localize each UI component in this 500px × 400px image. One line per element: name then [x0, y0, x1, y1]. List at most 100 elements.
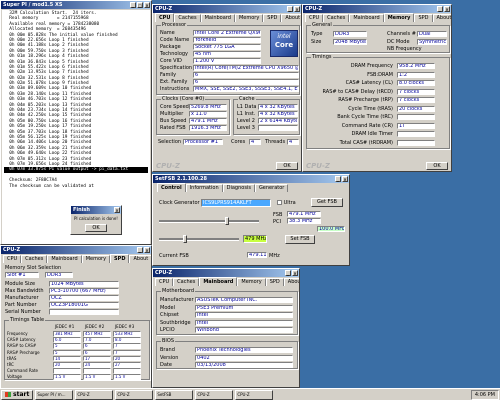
spd-timing-cell: 27: [113, 362, 141, 368]
setfsb-tab-generator[interactable]: Generator: [254, 184, 289, 192]
setfsb-titlebar[interactable]: SetFSB 2.1.100.28 _ ×: [153, 175, 349, 183]
mem-size-label: Size: [311, 39, 322, 45]
close-icon[interactable]: ×: [444, 6, 450, 12]
mainboard-tab-spd[interactable]: SPD: [265, 278, 284, 286]
spd-tab-mainboard[interactable]: Mainboard: [47, 255, 82, 263]
cpu-field-value: 6: [193, 79, 299, 85]
dialog-title: Finish: [73, 207, 90, 213]
cpuz-cpu-titlebar[interactable]: CPU-Z _ ×: [153, 5, 301, 13]
mainboard-tab-memory[interactable]: Memory: [237, 278, 266, 286]
cpu-tab-spd[interactable]: SPD: [263, 14, 282, 22]
close-icon[interactable]: ×: [114, 207, 120, 213]
spd-timing-cell: 17: [83, 355, 111, 362]
cpu-tab-about[interactable]: About: [281, 14, 301, 22]
cpuz-mainboard-titlebar[interactable]: CPU-Z _ ×: [153, 269, 299, 277]
minimize-icon[interactable]: _: [285, 270, 291, 276]
fsb-slider-thumb[interactable]: [225, 217, 229, 225]
clock-generator-select[interactable]: ICS9LPRS914AKLFT: [201, 199, 271, 207]
close-icon[interactable]: ×: [342, 176, 348, 182]
cpu-field-label: Family: [160, 72, 177, 78]
selection-label: Selection: [158, 139, 182, 145]
taskbar-task-button[interactable]: CPU-Z: [195, 389, 234, 400]
cpuz-memory-titlebar[interactable]: CPU-Z _ ×: [303, 5, 451, 13]
spd-timing-cell: 1.5 V: [113, 374, 141, 380]
spd-tab-memory[interactable]: Memory: [81, 255, 111, 263]
timing-value: [397, 131, 435, 137]
memory-tab-memory[interactable]: Memory: [383, 13, 415, 22]
spd-row-label: Max Bandwidth: [5, 288, 44, 294]
mainboard-tab-about[interactable]: About: [283, 278, 299, 286]
setfsb-tab-control[interactable]: Control: [157, 183, 186, 192]
memory-tab-mainboard[interactable]: Mainboard: [349, 14, 384, 22]
minimize-icon[interactable]: _: [437, 6, 443, 12]
minimize-icon[interactable]: _: [287, 6, 293, 12]
bios-row-label: Brand: [160, 347, 175, 353]
cache-label: L1 Inst.: [237, 111, 256, 117]
taskbar-task-button[interactable]: CPU-Z: [75, 389, 114, 400]
cpu-tab-cpu[interactable]: CPU: [155, 13, 175, 22]
close-icon[interactable]: ×: [144, 247, 150, 253]
spd-row-label: Manufacturer: [5, 295, 39, 301]
timing-label: RAS# Precharge (tRP): [338, 97, 393, 103]
close-icon[interactable]: ×: [292, 270, 298, 276]
fsb-fine-slider-thumb[interactable]: [183, 235, 187, 243]
spd-timing-cell: 5: [53, 349, 81, 356]
cpu-tab-mainboard[interactable]: Mainboard: [200, 14, 235, 22]
fsb-fine-slider-track[interactable]: [159, 238, 239, 241]
current-fsb-value: 479.11: [247, 252, 267, 258]
mainboard-row-value: Intel: [195, 319, 293, 326]
superpi-title: Super PI / mod1.5 XS: [3, 2, 63, 8]
ultra-checkbox[interactable]: Ultra: [277, 200, 296, 206]
minimize-icon[interactable]: _: [130, 2, 136, 8]
memory-tab-caches[interactable]: Caches: [323, 14, 350, 22]
cpu-tab-caches[interactable]: Caches: [174, 14, 201, 22]
taskbar-task-button[interactable]: SetFSB: [155, 389, 194, 400]
cpuz-memory-window: CPU-Z _ × CPU Caches Mainboard Memory SPD Abo…: [302, 4, 452, 172]
bios-row-value: 03/13/2008: [195, 362, 293, 368]
setfsb-tab-information[interactable]: Information: [185, 184, 223, 192]
selection-select[interactable]: Processor #1: [183, 139, 223, 145]
clock-label: Multiplier: [160, 111, 184, 117]
set-fsb-button[interactable]: Set FSB: [285, 235, 315, 244]
memory-tab-cpu[interactable]: CPU: [305, 14, 324, 22]
spd-tab-caches[interactable]: Caches: [21, 255, 48, 263]
get-fsb-button[interactable]: Get FSB: [311, 198, 343, 207]
taskbar-task-button[interactable]: Super PI / m...: [35, 389, 74, 400]
timing-value: [397, 139, 435, 146]
maximize-icon[interactable]: □: [137, 2, 143, 8]
setfsb-tab-diagnosis[interactable]: Diagnosis: [222, 184, 255, 192]
bios-row-label: Version: [160, 354, 179, 361]
dialog-ok-button[interactable]: OK: [85, 224, 107, 232]
mainboard-tab-cpu[interactable]: CPU: [155, 278, 174, 286]
mainboard-tab-caches[interactable]: Caches: [173, 278, 200, 286]
close-icon[interactable]: ×: [294, 6, 300, 12]
spd-timing-label: Voltage: [7, 374, 23, 380]
cpuz-cpu-ok-button[interactable]: OK: [276, 162, 298, 170]
cpuz-memory-ok-button[interactable]: OK: [426, 162, 448, 170]
cpuz-spd-titlebar[interactable]: CPU-Z _ ×: [1, 246, 151, 254]
taskbar-task-button[interactable]: CPU-Z: [115, 389, 154, 400]
superpi-titlebar[interactable]: Super PI / mod1.5 XS _ □ ×: [1, 1, 151, 9]
dialog-titlebar[interactable]: Finish ×: [71, 206, 121, 214]
spd-timing-cell: 381 MHz: [53, 331, 81, 337]
cpu-tab-memory[interactable]: Memory: [234, 14, 264, 22]
fsb-slider-track[interactable]: [159, 220, 259, 223]
minimize-icon[interactable]: _: [335, 176, 341, 182]
taskbar-task-button[interactable]: CPU-Z: [235, 389, 274, 400]
start-button[interactable]: start: [1, 389, 34, 400]
mainboard-tab-mainboard[interactable]: Mainboard: [199, 277, 238, 286]
timing-value: 7 clocks: [397, 88, 435, 95]
slot-select[interactable]: Slot #1: [5, 272, 39, 278]
spd-timing-cell: 14: [53, 355, 81, 362]
spd-tab-about[interactable]: About: [129, 255, 151, 263]
minimize-icon[interactable]: _: [137, 247, 143, 253]
spd-tab-spd[interactable]: SPD: [110, 254, 130, 263]
cpuz-memory-title: CPU-Z: [305, 6, 323, 12]
spd-tab-cpu[interactable]: CPU: [3, 255, 22, 263]
cpuz-spd-tabs: CPU Caches Mainboard Memory SPD About: [1, 254, 151, 263]
ultra-check-icon[interactable]: [277, 200, 282, 205]
memory-tab-spd[interactable]: SPD: [414, 14, 433, 22]
memory-tab-about[interactable]: About: [432, 14, 451, 22]
close-icon[interactable]: ×: [144, 2, 150, 8]
timing-value: 7 clocks: [397, 97, 435, 103]
